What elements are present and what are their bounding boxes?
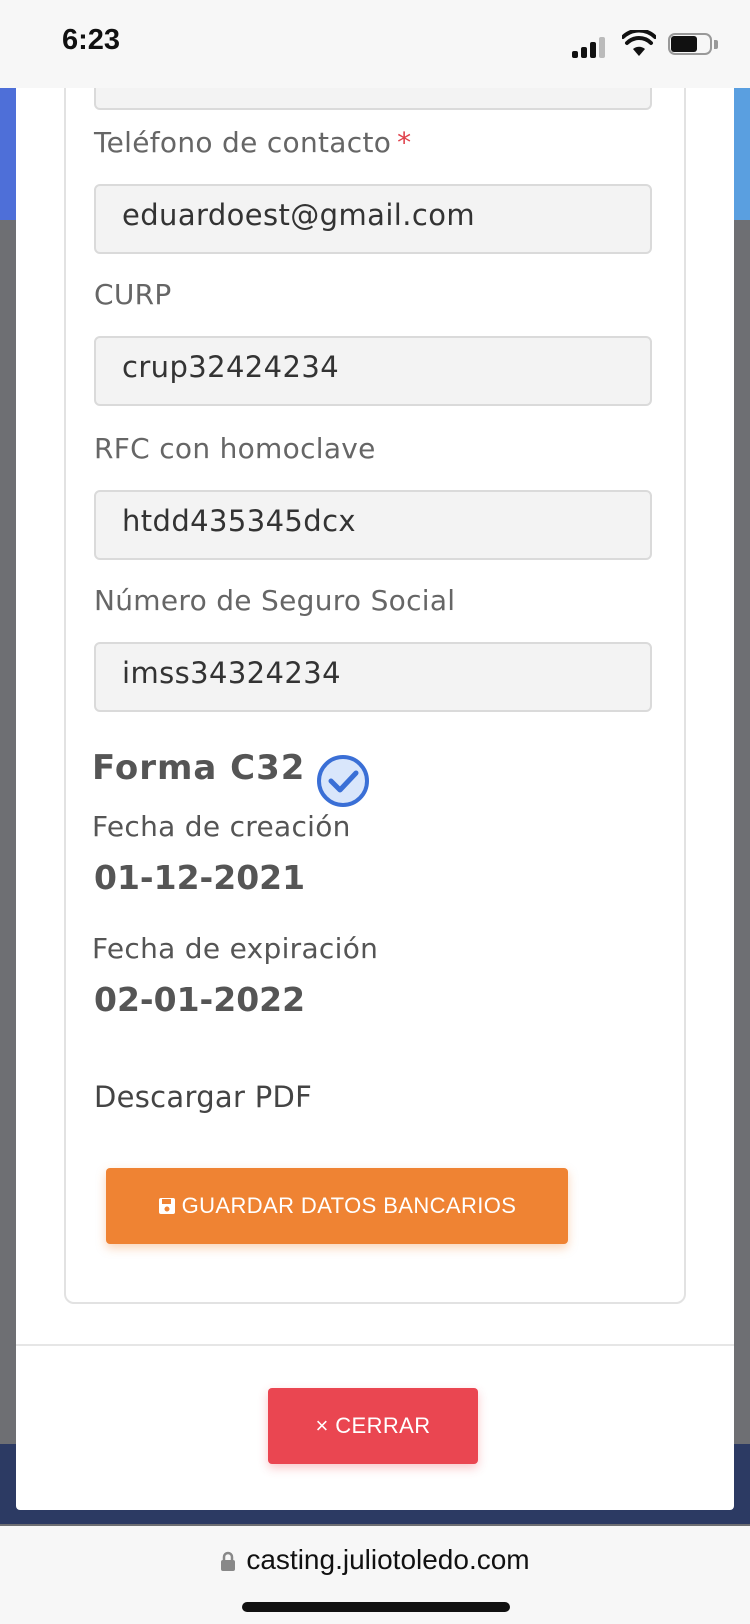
nss-input[interactable]: imss34324234 [94,642,652,712]
close-button[interactable]: × CERRAR [268,1388,478,1464]
forma-title: Forma C32 [92,748,306,788]
expiration-date-value: 02-01-2022 [94,980,306,1019]
url-display[interactable]: casting.juliotoledo.com [0,1544,750,1576]
curp-label: CURP [94,278,172,311]
phone-label: Teléfono de contacto * [94,126,412,159]
rfc-input[interactable]: htdd435345dcx [94,490,652,560]
save-button-label: GUARDAR DATOS BANCARIOS [181,1193,517,1218]
browser-url-bar: casting.juliotoledo.com [0,1526,750,1624]
status-icons [560,30,720,60]
save-bank-data-button[interactable]: GUARDAR DATOS BANCARIOS [106,1168,568,1244]
floppy-disk-icon [158,1198,175,1214]
required-mark: * [397,126,412,159]
nss-label: Número de Seguro Social [94,584,456,617]
curp-input[interactable]: crup32424234 [94,336,652,406]
status-bar: 6:23 [0,0,750,88]
battery-icon [668,33,720,57]
phone-input[interactable]: eduardoest@gmail.com [94,184,652,254]
expiration-date-label: Fecha de expiración [92,932,379,965]
url-text: casting.juliotoledo.com [246,1544,530,1575]
signal-icon [572,36,608,58]
modal-dialog: Teléfono de contacto * eduardoest@gmail.c… [16,70,734,1510]
download-pdf-link[interactable]: Descargar PDF [94,1080,312,1114]
form-card: Teléfono de contacto * eduardoest@gmail.c… [64,70,686,1304]
wifi-icon [622,30,656,56]
lock-icon [221,1551,236,1571]
modal-footer-divider [16,1344,734,1346]
rfc-label: RFC con homoclave [94,432,376,465]
status-time: 6:23 [62,24,121,56]
check-circle-icon [317,755,369,807]
creation-date-label: Fecha de creación [92,810,351,843]
background-strip [734,88,750,220]
background-strip [0,88,16,220]
creation-date-value: 01-12-2021 [94,858,306,897]
home-indicator[interactable] [242,1602,510,1612]
